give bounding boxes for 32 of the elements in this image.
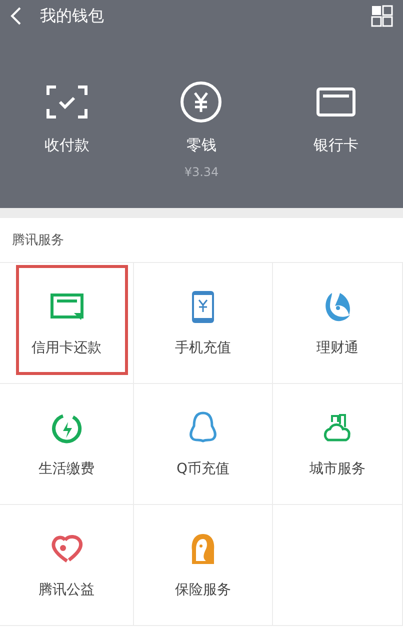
service-label: 保险服务 xyxy=(175,581,231,599)
yen-coin-icon xyxy=(180,81,222,123)
scan-check-icon xyxy=(46,85,88,119)
action-label[interactable]: 零钱 xyxy=(186,136,216,155)
city-cloud-icon xyxy=(322,412,354,444)
service-label: 腾讯公益 xyxy=(38,581,94,599)
service-tile[interactable]: 生活缴费 xyxy=(0,384,134,505)
penguin-icon xyxy=(187,411,219,445)
card-icon xyxy=(316,87,356,117)
card-icon xyxy=(50,293,84,321)
service-tile[interactable]: 城市服务 xyxy=(273,384,403,505)
service-tile[interactable]: Q币充值 xyxy=(134,384,273,505)
service-tile[interactable]: 理财通 xyxy=(273,263,403,384)
action-label[interactable]: 收付款 xyxy=(44,136,90,155)
service-tile[interactable]: 腾讯公益 xyxy=(0,505,134,626)
phone-icon xyxy=(191,290,215,324)
balance-amount: ¥3.34 xyxy=(184,165,219,179)
service-label: Q币充值 xyxy=(176,460,230,478)
service-label: 信用卡还款 xyxy=(32,339,102,357)
service-tile[interactable]: 手机充值 xyxy=(134,263,273,384)
page-title: 我的钱包 xyxy=(40,6,105,26)
service-label: 手机充值 xyxy=(175,339,231,357)
service-label: 城市服务 xyxy=(310,460,366,478)
service-tile[interactable]: 信用卡还款 xyxy=(0,263,134,384)
service-label: 理财通 xyxy=(316,339,358,357)
back-icon[interactable] xyxy=(10,6,22,26)
section-title: 腾讯服务 xyxy=(12,232,64,249)
grid-menu-icon[interactable] xyxy=(371,5,393,27)
service-tile[interactable]: 保险服务 xyxy=(134,505,273,626)
heart-icon xyxy=(50,534,82,564)
action-label[interactable]: 银行卡 xyxy=(313,136,358,155)
service-label: 生活缴费 xyxy=(38,460,94,478)
